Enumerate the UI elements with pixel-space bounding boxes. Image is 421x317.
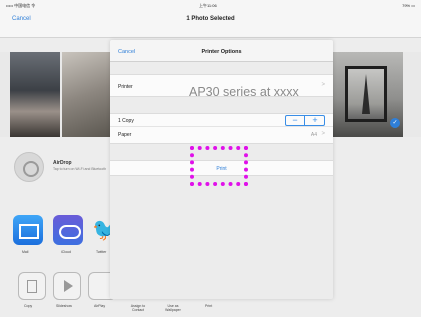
printer-options-dialog: Cancel Printer Options Printer AP30 seri… bbox=[110, 40, 333, 299]
dialog-header: Cancel Printer Options bbox=[110, 40, 333, 62]
paper-label: Paper bbox=[118, 132, 132, 138]
nav-bar: Cancel 1 Photo Selected bbox=[0, 10, 421, 38]
carrier-label: ••••• 中国电信 令 bbox=[6, 3, 36, 8]
copies-stepper[interactable]: − + bbox=[285, 115, 325, 126]
copies-cell: 1 Copy − + bbox=[110, 113, 333, 127]
printer-label: Printer bbox=[118, 84, 133, 90]
airdrop-row[interactable]: AirDrop Tap to turn on Wi-Fi and Bluetoo… bbox=[8, 150, 118, 185]
action-label-airplay: AirPlay bbox=[94, 304, 106, 308]
dialog-title: Printer Options bbox=[201, 49, 242, 55]
printer-cell[interactable]: Printer AP30 series at xxxx > bbox=[110, 74, 333, 99]
action-label-wallpaper: Use as Wallpaper bbox=[165, 304, 181, 312]
battery-label: 79% ▭ bbox=[402, 3, 415, 8]
action-label-copy: Copy bbox=[24, 304, 33, 308]
nav-title: 1 Photo Selected bbox=[186, 16, 235, 22]
app-label-mail: Mail bbox=[22, 250, 29, 254]
print-highlight-box bbox=[190, 146, 248, 186]
action-label-assign-contact: Assign to Contact bbox=[130, 304, 146, 312]
ios-share-sheet-screen: ••••• 中国电信 令 上午11:06 79% ▭ Cancel 1 Phot… bbox=[0, 0, 421, 317]
photo-thumbnail[interactable] bbox=[62, 52, 110, 137]
tower-shape bbox=[362, 74, 370, 114]
clock-label: 上午11:06 bbox=[199, 3, 217, 8]
printer-value: AP30 series at xxxx bbox=[189, 85, 299, 99]
app-label-twitter: Twitter bbox=[96, 250, 107, 254]
play-icon[interactable] bbox=[53, 272, 81, 300]
photo-thumbnail[interactable] bbox=[10, 52, 60, 137]
icloud-icon[interactable] bbox=[53, 215, 83, 245]
airdrop-icon[interactable] bbox=[14, 152, 44, 182]
decrement-button[interactable]: − bbox=[286, 116, 305, 125]
mail-icon[interactable] bbox=[13, 215, 43, 245]
play-glyph bbox=[64, 280, 73, 292]
chevron-right-icon: > bbox=[321, 131, 325, 137]
action-label-slideshow: Slideshow bbox=[56, 304, 72, 308]
action-label-print: Print bbox=[205, 304, 213, 308]
increment-button[interactable]: + bbox=[306, 116, 324, 125]
selected-check-icon: ✓ bbox=[390, 118, 400, 128]
airdrop-subtitle: Tap to turn on Wi-Fi and Bluetooth bbox=[53, 167, 107, 171]
airdrop-title: AirDrop bbox=[53, 160, 72, 166]
paper-cell[interactable]: Paper A4 > bbox=[110, 127, 333, 144]
status-bar: ••••• 中国电信 令 上午11:06 79% ▭ bbox=[0, 0, 421, 10]
copy-icon[interactable] bbox=[18, 272, 46, 300]
paper-value: A4 bbox=[310, 132, 317, 138]
twitter-icon[interactable]: 🐦 bbox=[92, 216, 119, 244]
app-label-icloud: iCloud bbox=[61, 250, 71, 254]
copies-label: 1 Copy bbox=[118, 118, 134, 124]
copy-glyph bbox=[27, 280, 37, 293]
chevron-right-icon: > bbox=[321, 82, 325, 88]
